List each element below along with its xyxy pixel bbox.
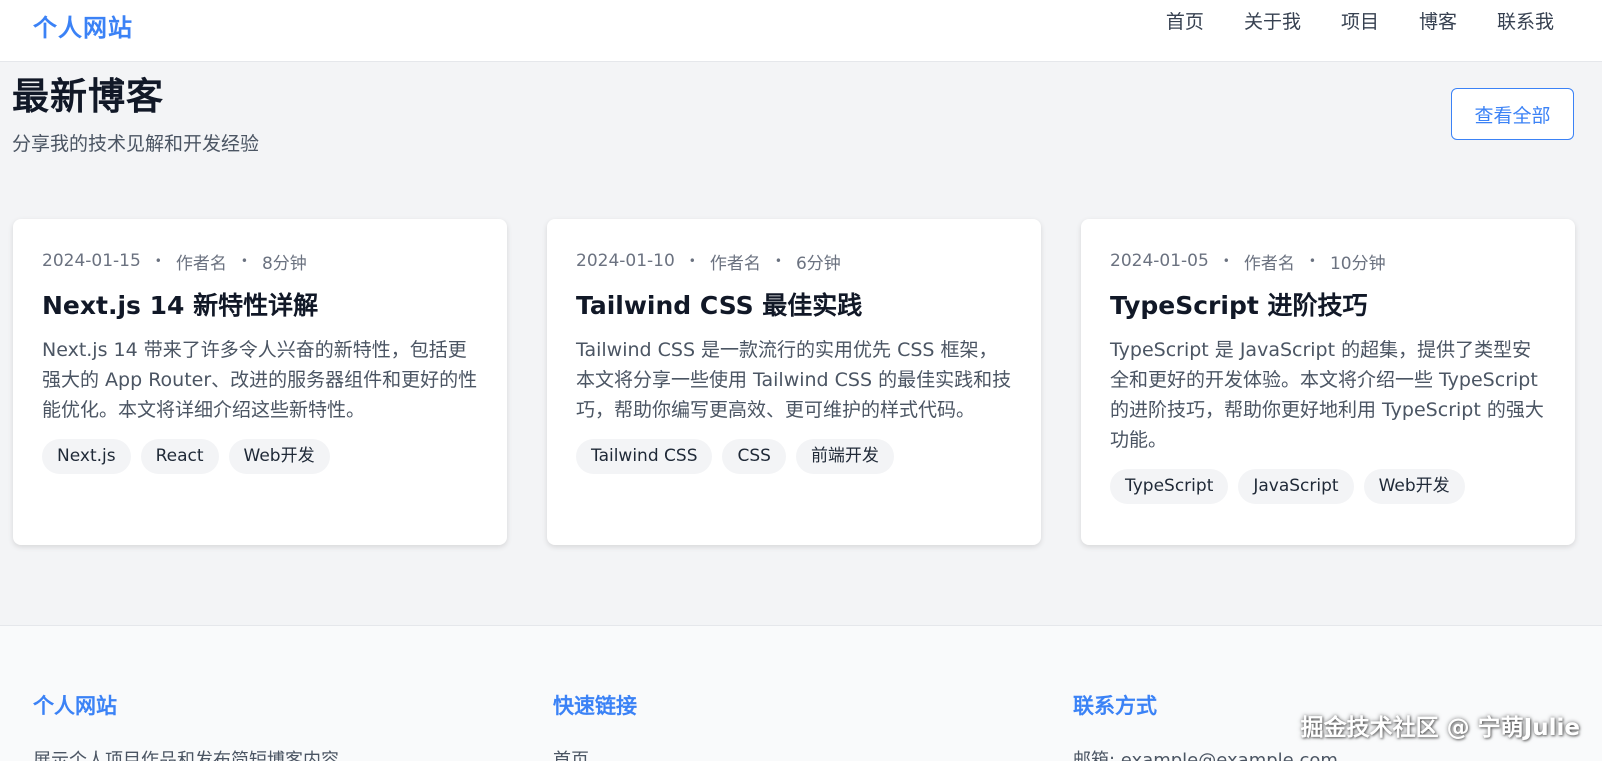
tag[interactable]: Web开发 — [228, 439, 330, 474]
footer-brand-title: 个人网站 — [33, 694, 117, 718]
footer-link-home[interactable]: 首页 — [553, 746, 637, 761]
tag[interactable]: React — [140, 439, 219, 474]
watermark: 掘金技术社区 @ 宁萌Julie — [1300, 715, 1580, 741]
tag[interactable]: 前端开发 — [795, 439, 894, 474]
post-title[interactable]: Tailwind CSS 最佳实践 — [576, 289, 1012, 323]
post-date: 2024-01-05 — [1110, 251, 1209, 271]
post-date: 2024-01-10 — [576, 251, 675, 271]
footer-brand-text: 展示个人项目作品和发布简短博客内容 — [33, 750, 339, 761]
post-author: 作者名 — [175, 253, 227, 274]
post-excerpt: Next.js 14 带来了许多令人兴奋的新特性，包括更强大的 App Rout… — [42, 339, 478, 421]
blog-card[interactable]: 2024-01-05 • 作者名 • 10分钟 TypeScript 进阶技巧 … — [1081, 219, 1575, 545]
tag[interactable]: Tailwind CSS — [576, 439, 713, 474]
nav-home[interactable]: 首页 — [1166, 10, 1204, 34]
post-read-time: 10分钟 — [1329, 253, 1386, 274]
footer-links-title: 快速链接 — [553, 694, 637, 718]
post-read-time: 6分钟 — [795, 253, 841, 274]
post-meta: 2024-01-15 • 作者名 • 8分钟 — [42, 247, 478, 275]
footer-contact: 联系方式 邮箱: example@example.com — [1073, 690, 1338, 761]
blog-card[interactable]: 2024-01-10 • 作者名 • 6分钟 Tailwind CSS 最佳实践… — [547, 219, 1041, 545]
post-excerpt: TypeScript 是 JavaScript 的超集，提供了类型安全和更好的开… — [1110, 339, 1544, 451]
main-nav: 首页 关于我 项目 博客 联系我 — [1126, 10, 1554, 34]
separator-dot: • — [1308, 254, 1316, 268]
post-excerpt: Tailwind CSS 是一款流行的实用优先 CSS 框架，本文将分享一些使用… — [576, 339, 1012, 421]
footer-contact-title: 联系方式 — [1073, 694, 1157, 718]
post-tags: TypeScript JavaScript Web开发 — [1110, 469, 1546, 504]
tag[interactable]: Web开发 — [1363, 469, 1465, 504]
nav-about[interactable]: 关于我 — [1244, 10, 1301, 34]
separator-dot: • — [688, 254, 696, 268]
site-header: 个人网站 首页 关于我 项目 博客 联系我 — [0, 0, 1602, 62]
footer-brand: 个人网站 展示个人项目作品和发布简短博客内容 — [33, 690, 339, 761]
site-logo[interactable]: 个人网站 — [33, 8, 133, 43]
section-subtitle: 分享我的技术见解和开发经验 — [12, 133, 260, 155]
post-title[interactable]: TypeScript 进阶技巧 — [1110, 289, 1546, 323]
tag[interactable]: JavaScript — [1238, 469, 1354, 504]
tag[interactable]: TypeScript — [1110, 469, 1229, 504]
footer-email[interactable]: 邮箱: example@example.com — [1073, 746, 1338, 761]
section-title: 最新博客 — [12, 75, 164, 118]
post-meta: 2024-01-05 • 作者名 • 10分钟 — [1110, 247, 1546, 275]
post-tags: Next.js React Web开发 — [42, 439, 478, 474]
separator-dot: • — [154, 254, 162, 268]
footer-links: 快速链接 首页 — [553, 690, 637, 761]
view-all-button[interactable]: 查看全部 — [1451, 88, 1574, 140]
separator-dot: • — [1222, 254, 1230, 268]
separator-dot: • — [774, 254, 782, 268]
post-author: 作者名 — [1243, 253, 1295, 274]
tag[interactable]: Next.js — [42, 439, 131, 474]
post-read-time: 8分钟 — [261, 253, 307, 274]
nav-contact[interactable]: 联系我 — [1497, 10, 1554, 34]
post-date: 2024-01-15 — [42, 251, 141, 271]
tag[interactable]: CSS — [722, 439, 786, 474]
nav-blog[interactable]: 博客 — [1419, 10, 1457, 34]
nav-projects[interactable]: 项目 — [1341, 10, 1379, 34]
blog-card-list: 2024-01-15 • 作者名 • 8分钟 Next.js 14 新特性详解 … — [13, 219, 1575, 545]
post-title[interactable]: Next.js 14 新特性详解 — [42, 289, 478, 323]
post-meta: 2024-01-10 • 作者名 • 6分钟 — [576, 247, 1012, 275]
blog-card[interactable]: 2024-01-15 • 作者名 • 8分钟 Next.js 14 新特性详解 … — [13, 219, 507, 545]
post-tags: Tailwind CSS CSS 前端开发 — [576, 439, 1012, 474]
separator-dot: • — [240, 254, 248, 268]
post-author: 作者名 — [709, 253, 761, 274]
